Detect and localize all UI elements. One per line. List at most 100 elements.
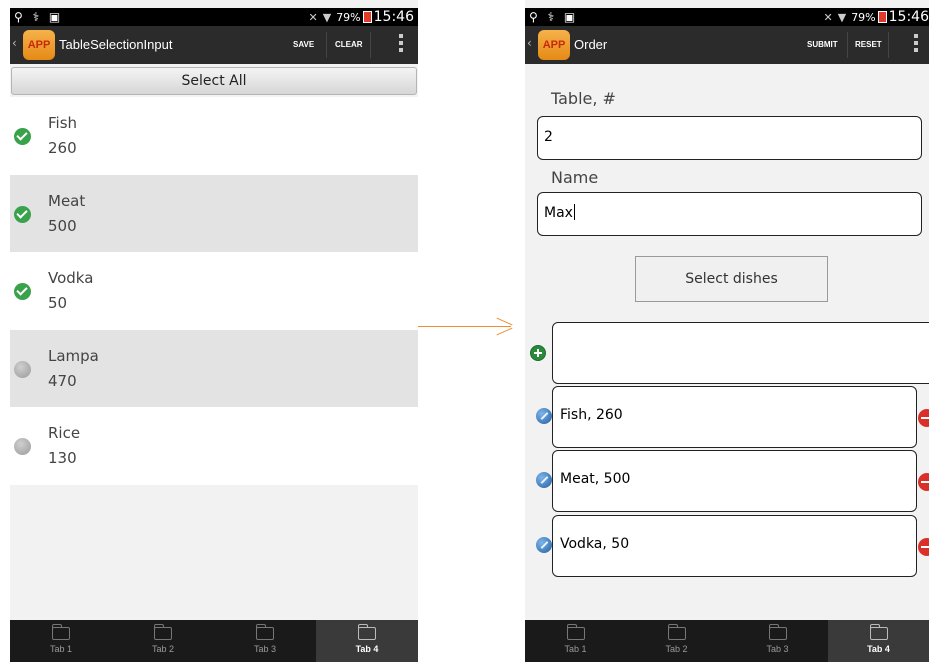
tab-4[interactable]: Tab 4: [316, 620, 418, 662]
tab-1[interactable]: Tab 1: [525, 620, 626, 662]
item-value: 500: [48, 216, 77, 235]
tab-label: Tab 3: [253, 644, 277, 654]
tab-3[interactable]: Tab 3: [727, 620, 828, 662]
flow-arrow-head: [496, 327, 513, 336]
checked-icon[interactable]: [14, 205, 31, 223]
back-icon[interactable]: ‹: [12, 36, 17, 50]
remove-icon[interactable]: [918, 409, 929, 427]
unchecked-icon[interactable]: [14, 360, 31, 378]
action-divider: [888, 32, 889, 58]
tab-label: Tab 3: [766, 644, 789, 654]
action-divider: [326, 32, 327, 58]
tab-2[interactable]: Tab 2: [112, 620, 214, 662]
text-cursor: [573, 204, 575, 220]
action-divider: [847, 32, 848, 58]
item-value: 130: [48, 449, 77, 467]
battery-icon: [877, 11, 887, 23]
remove-icon[interactable]: [918, 473, 929, 491]
add-icon[interactable]: [530, 345, 546, 361]
folder-icon: [768, 624, 787, 640]
folder-icon: [566, 624, 585, 640]
clock: 15:46: [888, 9, 929, 25]
item-list: Fish 260 Meat 500 Vodka 50 Lampa 470 Ric…: [10, 97, 418, 485]
item-name: Lampa: [48, 346, 99, 365]
overflow-menu-icon[interactable]: [914, 34, 918, 56]
list-item[interactable]: Fish 260: [10, 97, 418, 175]
folder-icon: [52, 624, 70, 640]
select-all-button[interactable]: Select All: [11, 67, 417, 95]
screen-title: TableSelectionInput: [59, 37, 173, 52]
tab-3[interactable]: Tab 3: [214, 620, 316, 662]
tab-label: Tab 1: [49, 644, 73, 654]
name-field[interactable]: Max: [537, 192, 922, 236]
flow-arrow: [418, 326, 511, 327]
folder-icon: [869, 624, 888, 640]
app-logo[interactable]: APP: [23, 30, 55, 60]
save-button[interactable]: SAVE: [293, 40, 314, 49]
item-name: Meat: [48, 191, 86, 210]
list-item[interactable]: Vodka 50: [10, 252, 418, 330]
list-item[interactable]: Rice 130: [10, 407, 418, 485]
name-value: Max: [544, 205, 573, 221]
back-icon[interactable]: ‹: [527, 36, 532, 50]
flow-arrow-head: [496, 317, 513, 326]
folder-icon: [667, 624, 686, 640]
table-number-field[interactable]: 2: [537, 116, 922, 160]
dish-item[interactable]: Vodka, 50: [552, 515, 917, 577]
tab-2[interactable]: Tab 2: [626, 620, 727, 662]
item-value: 50: [48, 294, 68, 312]
dish-item[interactable]: Fish, 260: [552, 386, 917, 448]
item-name: Vodka: [48, 269, 94, 287]
name-label: Name: [551, 168, 599, 187]
dish-text: Fish, 260: [560, 407, 623, 423]
table-selection-screen: ⚲ ⚕ ▣ ✕ ▼ 79% 15:46 ‹ APP TableSelectionInp…: [10, 0, 418, 662]
status-bar: ⚲ ⚕ ▣ ✕ ▼ 79% 15:46: [525, 8, 929, 26]
tab-label: Tab 1: [564, 644, 587, 654]
tab-label: Tab 4: [867, 644, 890, 654]
item-value: 260: [48, 139, 77, 157]
signal-icon: ✕: [308, 11, 318, 24]
dish-text: Meat, 500: [560, 471, 631, 487]
edit-icon[interactable]: [536, 408, 552, 424]
battery-percent: 79%: [851, 11, 876, 24]
overflow-menu-icon[interactable]: [399, 34, 403, 56]
folder-icon: [154, 624, 172, 640]
remove-icon[interactable]: [918, 538, 929, 556]
new-dish-field[interactable]: [552, 322, 929, 384]
item-name: Rice: [48, 424, 81, 442]
folder-icon: [256, 624, 274, 640]
dish-item[interactable]: Meat, 500: [552, 450, 917, 512]
notification-icons: ⚲ ⚕ ▣: [14, 10, 64, 24]
wifi-icon: ▼: [322, 11, 332, 24]
checked-icon[interactable]: [14, 128, 31, 145]
notification-icons: ⚲ ⚕ ▣: [529, 10, 579, 24]
clock: 15:46: [373, 9, 414, 25]
checked-icon[interactable]: [14, 283, 31, 300]
dish-text: Vodka, 50: [560, 536, 630, 552]
tab-1[interactable]: Tab 1: [10, 620, 112, 662]
reset-button[interactable]: RESET: [855, 40, 882, 49]
action-bar: ‹ APP TableSelectionInput SAVE CLEAR: [10, 26, 418, 64]
item-value: 470: [48, 371, 77, 390]
status-right: ✕ ▼ 79% 15:46: [824, 9, 929, 25]
tab-label: Tab 2: [665, 644, 688, 654]
order-screen: ⚲ ⚕ ▣ ✕ ▼ 79% 15:46 ‹ APP Order SUBMIT RESE…: [525, 0, 929, 662]
select-dishes-button[interactable]: Select dishes: [635, 256, 828, 302]
list-item[interactable]: Meat 500: [10, 174, 418, 252]
edit-icon[interactable]: [536, 537, 552, 553]
clear-button[interactable]: CLEAR: [335, 40, 363, 49]
submit-button[interactable]: SUBMIT: [807, 40, 838, 49]
screen-title: Order: [574, 37, 608, 52]
tab-label: Tab 4: [355, 644, 379, 654]
folder-icon: [358, 624, 376, 640]
edit-icon[interactable]: [536, 472, 552, 488]
tab-bar: Tab 1 Tab 2 Tab 3 Tab 4: [10, 620, 418, 662]
app-logo[interactable]: APP: [538, 30, 570, 60]
battery-icon: [362, 11, 372, 23]
unchecked-icon[interactable]: [14, 438, 31, 455]
signal-icon: ✕: [823, 11, 833, 24]
action-bar: ‹ APP Order SUBMIT RESET: [525, 26, 929, 64]
tab-4[interactable]: Tab 4: [828, 620, 929, 662]
list-item[interactable]: Lampa 470: [10, 329, 418, 407]
tab-bar: Tab 1 Tab 2 Tab 3 Tab 4: [525, 620, 929, 662]
